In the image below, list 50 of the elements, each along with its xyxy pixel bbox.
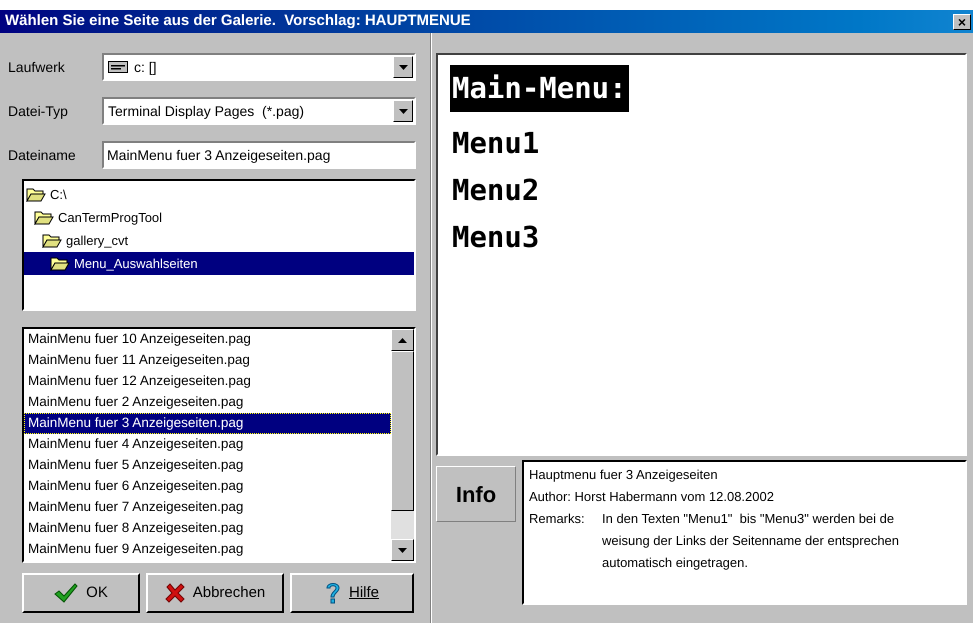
file-item[interactable]: MainMenu fuer 11 Anzeigeseiten.pag bbox=[24, 350, 391, 371]
drive-label: Laufwerk bbox=[8, 58, 66, 76]
file-item[interactable]: MainMenu fuer 12 Anzeigeseiten.pag bbox=[24, 371, 391, 392]
file-type-value: Terminal Display Pages (*.pag) bbox=[108, 102, 306, 121]
remarks-line: weisung der Links der Seitenname der entsprechen bbox=[602, 532, 900, 550]
drive-icon bbox=[108, 61, 128, 73]
cross-icon bbox=[164, 583, 185, 603]
file-item[interactable]: MainMenu fuer 5 Anzeigeseiten.pag bbox=[24, 455, 391, 476]
window-title: Wählen Sie eine Seite aus der Galerie. Vorschlag: HAUPTMENUE bbox=[5, 11, 471, 32]
remarks-line: automatisch eingetragen. bbox=[602, 554, 749, 572]
info-author: Author: Horst Habermann vom 12.08.2002 bbox=[529, 488, 775, 506]
drive-dropdown[interactable]: c: [] bbox=[102, 53, 416, 81]
file-type-dropdown[interactable]: Terminal Display Pages (*.pag) bbox=[102, 97, 416, 125]
file-item[interactable]: MainMenu fuer 3 Anzeigeseiten.pag bbox=[24, 413, 391, 434]
file-item[interactable]: MainMenu fuer 4 Anzeigeseiten.pag bbox=[24, 434, 391, 455]
file-item[interactable]: MainMenu fuer 6 Anzeigeseiten.pag bbox=[24, 476, 391, 497]
file-item[interactable]: MainMenu fuer 10 Anzeigeseiten.pag bbox=[24, 329, 391, 350]
folder-item[interactable]: CanTermProgTool bbox=[58, 208, 162, 228]
checkmark-icon bbox=[54, 583, 78, 603]
file-item[interactable]: MainMenu fuer 7 Anzeigeseiten.pag bbox=[24, 497, 391, 518]
remarks-line: In den Texten "Menu1" bis "Menu3" werden bei de bbox=[602, 510, 896, 528]
folder-item[interactable]: gallery_cvt bbox=[66, 230, 128, 250]
folder-icon bbox=[34, 210, 54, 225]
cancel-button[interactable]: Abbrechen bbox=[146, 573, 284, 613]
file-item[interactable]: MainMenu fuer 9 Anzeigeseiten.pag bbox=[24, 539, 391, 560]
scroll-up-icon[interactable] bbox=[391, 329, 414, 351]
drive-value: c: [] bbox=[134, 58, 158, 77]
close-button[interactable]: × bbox=[953, 14, 971, 30]
scroll-thumb[interactable] bbox=[391, 351, 414, 511]
file-name-label: Dateiname bbox=[8, 146, 77, 164]
file-type-label: Datei-Typ bbox=[8, 102, 69, 121]
folder-icon bbox=[42, 233, 62, 248]
info-title: Hauptmenu fuer 3 Anzeigeseiten bbox=[529, 466, 719, 484]
preview-line: Menu2 bbox=[451, 172, 540, 209]
remarks-label: Remarks: bbox=[529, 510, 586, 528]
scroll-down-icon[interactable] bbox=[391, 539, 414, 561]
info-button[interactable]: Info bbox=[436, 466, 516, 522]
folder-icon bbox=[26, 187, 46, 202]
help-button[interactable]: Hilfe bbox=[290, 573, 414, 613]
folder-item[interactable]: C:\ bbox=[50, 184, 67, 204]
file-item[interactable]: MainMenu fuer 8 Anzeigeseiten.pag bbox=[24, 518, 391, 539]
scrollbar[interactable] bbox=[391, 329, 414, 561]
preview-heading: Main-Menu: bbox=[450, 65, 629, 112]
question-mark-icon bbox=[324, 581, 341, 605]
file-name-field[interactable]: MainMenu fuer 3 Anzeigeseiten.pag bbox=[102, 141, 416, 169]
folder-icon bbox=[50, 256, 70, 271]
preview-line: Menu3 bbox=[451, 219, 540, 256]
preview-line: Menu1 bbox=[451, 125, 540, 162]
ok-button[interactable]: OK bbox=[22, 573, 140, 613]
file-item[interactable]: MainMenu fuer 2 Anzeigeseiten.pag bbox=[24, 392, 391, 413]
